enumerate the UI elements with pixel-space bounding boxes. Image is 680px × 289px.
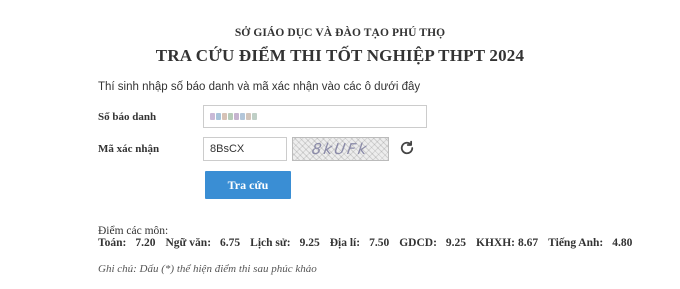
score-item-literature: Ngữ văn: 6.75	[165, 237, 240, 249]
score-label: GDCD:	[399, 237, 437, 249]
refresh-icon[interactable]	[398, 139, 416, 157]
sbd-obscured-value	[210, 113, 257, 120]
captcha-label: Mã xác nhận	[98, 143, 160, 155]
score-item-social-sciences: KHXH: 8.67	[476, 237, 538, 249]
score-label: Toán:	[98, 237, 127, 249]
score-item-civics: GDCD: 9.25	[399, 237, 466, 249]
captcha-image: 8kUFk	[292, 137, 389, 161]
score-label: KHXH:	[476, 237, 516, 249]
score-item-math: Toán: 7.20	[98, 237, 155, 249]
score-label: Ngữ văn:	[165, 237, 212, 249]
score-label: Tiếng Anh:	[548, 237, 604, 249]
submit-button[interactable]: Tra cứu	[205, 171, 291, 199]
score-value: 4.80	[612, 237, 633, 249]
score-label: Địa lí:	[329, 237, 361, 249]
score-value: 7.50	[369, 237, 390, 249]
score-value: 9.25	[299, 237, 320, 249]
score-label: Lịch sử:	[250, 237, 291, 249]
form-instruction: Thí sinh nhập số báo danh và mã xác nhận…	[98, 81, 421, 93]
captcha-input[interactable]: 8BsCX	[203, 137, 287, 161]
footnote: Ghi chú: Dấu (*) thể hiện điểm thi sau p…	[98, 263, 317, 275]
score-item-history: Lịch sử: 9.25	[250, 237, 320, 249]
score-value: 7.20	[135, 237, 156, 249]
scores-heading: Điểm các môn:	[98, 225, 169, 237]
score-value: 9.25	[445, 237, 467, 249]
captcha-text: 8kUFk	[310, 140, 371, 158]
department-name: SỞ GIÁO DỤC VÀ ĐÀO TẠO PHÚ THỌ	[234, 27, 446, 39]
score-item-english: Tiếng Anh: 4.80	[548, 237, 632, 249]
score-value: 6.75	[220, 237, 241, 249]
scores-row: Toán: 7.20 Ngữ văn: 6.75 Lịch sử: 9.25 Địa lí:…	[98, 237, 632, 249]
page-title: TRA CỨU ĐIỂM THI TỐT NGHIỆP THPT 2024	[155, 46, 525, 65]
sbd-label: Số báo danh	[98, 111, 157, 123]
score-item-geography: Địa lí: 7.50	[330, 237, 389, 249]
score-value: 8.67	[518, 237, 539, 249]
sbd-input[interactable]	[203, 105, 427, 128]
